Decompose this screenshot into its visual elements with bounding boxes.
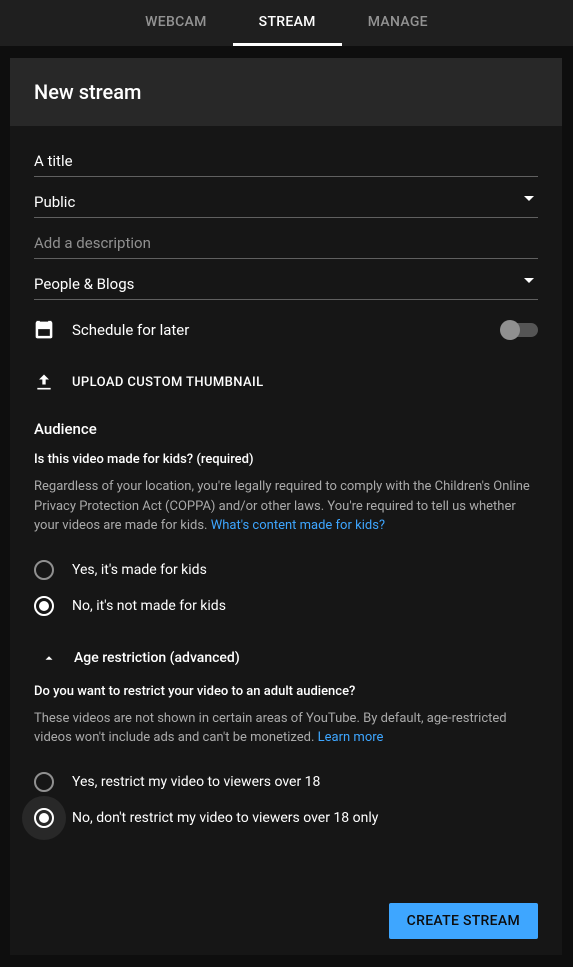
create-stream-button[interactable]: CREATE STREAM bbox=[389, 903, 538, 939]
coppa-link[interactable]: What's content made for kids? bbox=[211, 518, 385, 533]
visibility-select[interactable]: Public bbox=[34, 181, 538, 218]
new-stream-card: New stream A title Public Add a descript… bbox=[10, 58, 562, 955]
age-paragraph: These videos are not shown in certain ar… bbox=[34, 709, 538, 748]
schedule-label: Schedule for later bbox=[72, 321, 484, 339]
category-select[interactable]: People & Blogs bbox=[34, 263, 538, 300]
description-placeholder: Add a description bbox=[34, 234, 151, 252]
radio-icon bbox=[34, 560, 54, 580]
age-restriction-toggle[interactable]: Age restriction (advanced) bbox=[34, 624, 538, 684]
radio-label: Yes, it's made for kids bbox=[72, 562, 207, 578]
title-input[interactable]: A title bbox=[34, 140, 538, 177]
radio-label: No, don't restrict my video to viewers o… bbox=[72, 810, 378, 826]
radio-label: No, it's not made for kids bbox=[72, 598, 226, 614]
audience-heading: Audience bbox=[34, 414, 538, 452]
top-tabs: WEBCAM STREAM MANAGE bbox=[0, 0, 573, 46]
radio-icon bbox=[34, 596, 54, 616]
age-restriction-label: Age restriction (advanced) bbox=[74, 650, 240, 666]
tab-stream[interactable]: STREAM bbox=[233, 0, 342, 46]
upload-label: UPLOAD CUSTOM THUMBNAIL bbox=[72, 375, 264, 390]
tab-manage[interactable]: MANAGE bbox=[342, 0, 454, 46]
upload-icon bbox=[34, 372, 54, 392]
radio-icon bbox=[34, 772, 54, 792]
radio-label: Yes, restrict my video to viewers over 1… bbox=[72, 774, 320, 790]
radio-halo bbox=[22, 796, 66, 840]
schedule-toggle[interactable] bbox=[502, 323, 538, 337]
tab-webcam[interactable]: WEBCAM bbox=[119, 0, 233, 46]
age-question: Do you want to restrict your video to an… bbox=[34, 684, 538, 699]
audience-no-radio[interactable]: No, it's not made for kids bbox=[34, 588, 538, 624]
age-no-radio[interactable]: No, don't restrict my video to viewers o… bbox=[34, 800, 538, 836]
calendar-icon bbox=[34, 320, 54, 340]
page-title: New stream bbox=[34, 80, 538, 104]
description-input[interactable]: Add a description bbox=[34, 222, 538, 259]
audience-paragraph: Regardless of your location, you're lega… bbox=[34, 477, 538, 536]
audience-question: Is this video made for kids? (required) bbox=[34, 452, 538, 467]
age-learn-more-link[interactable]: Learn more bbox=[318, 730, 384, 745]
chevron-up-icon bbox=[42, 651, 56, 665]
upload-thumbnail-button[interactable]: UPLOAD CUSTOM THUMBNAIL bbox=[34, 350, 538, 414]
card-header: New stream bbox=[10, 58, 562, 126]
age-yes-radio[interactable]: Yes, restrict my video to viewers over 1… bbox=[34, 764, 538, 800]
audience-yes-radio[interactable]: Yes, it's made for kids bbox=[34, 552, 538, 588]
